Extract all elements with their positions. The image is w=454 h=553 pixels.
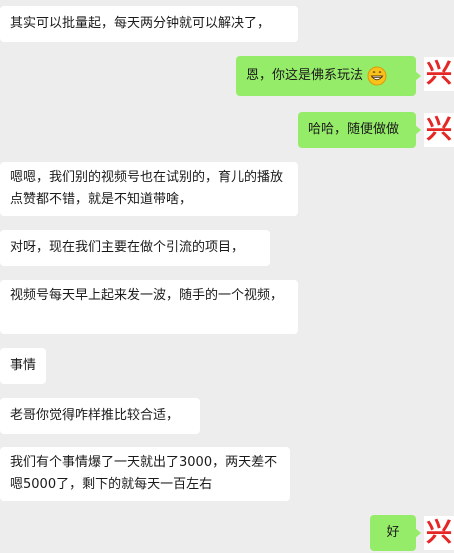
message-bubble-incoming[interactable]: 视频号每天早上起来发一波，随手的一个视频， <box>0 280 298 334</box>
avatar[interactable]: 兴 <box>424 516 454 550</box>
message-text: 其实可以批量起，每天两分钟就可以解决了， <box>10 16 271 31</box>
message-text: 老哥你觉得咋样推比较合适， <box>10 408 180 423</box>
message-text: 嗯嗯，我们别的视频号也在试别的，育儿的播放点赞都不错，就是不知道带啥， <box>10 170 284 207</box>
message-bubble-incoming[interactable]: 对呀，现在我们主要在做个引流的项目， <box>0 230 270 266</box>
message-bubble-incoming[interactable]: 事情 <box>0 348 46 384</box>
message-bubble-incoming[interactable]: 老哥你觉得咋样推比较合适， <box>0 398 200 434</box>
message-bubble-outgoing[interactable]: 哈哈，随便做做 <box>298 112 421 148</box>
grinning-face-icon <box>367 66 387 86</box>
message-text: 事情 <box>10 358 37 373</box>
avatar-glyph: 兴 <box>426 115 453 145</box>
message-bubble-outgoing[interactable]: 恩，你这是佛系玩法 <box>236 56 421 96</box>
chat-message-list[interactable]: 其实可以批量起，每天两分钟就可以解决了， 恩，你这是佛系玩法 兴 哈哈，随便做做… <box>0 0 454 553</box>
avatar[interactable]: 兴 <box>424 57 454 91</box>
message-bubble-incoming[interactable]: 我们有个事情爆了一天就出了3000，两天差不嗯5000了，剩下的就每天一百左右 <box>0 447 290 501</box>
message-text: 我们有个事情爆了一天就出了3000，两天差不嗯5000了，剩下的就每天一百左右 <box>10 455 278 492</box>
message-text: 好 <box>386 525 400 540</box>
avatar[interactable]: 兴 <box>424 113 454 147</box>
message-bubble-incoming[interactable]: 其实可以批量起，每天两分钟就可以解决了， <box>0 6 298 42</box>
avatar-glyph: 兴 <box>426 59 453 89</box>
message-text: 恩，你这是佛系玩法 <box>246 68 364 83</box>
message-text: 视频号每天早上起来发一波，随手的一个视频， <box>10 288 284 303</box>
message-bubble-outgoing[interactable]: 好 <box>370 515 421 551</box>
avatar-glyph: 兴 <box>426 518 453 548</box>
message-bubble-incoming[interactable]: 嗯嗯，我们别的视频号也在试别的，育儿的播放点赞都不错，就是不知道带啥， <box>0 162 298 216</box>
message-text: 哈哈，随便做做 <box>308 122 400 137</box>
message-text: 对呀，现在我们主要在做个引流的项目， <box>10 240 245 255</box>
